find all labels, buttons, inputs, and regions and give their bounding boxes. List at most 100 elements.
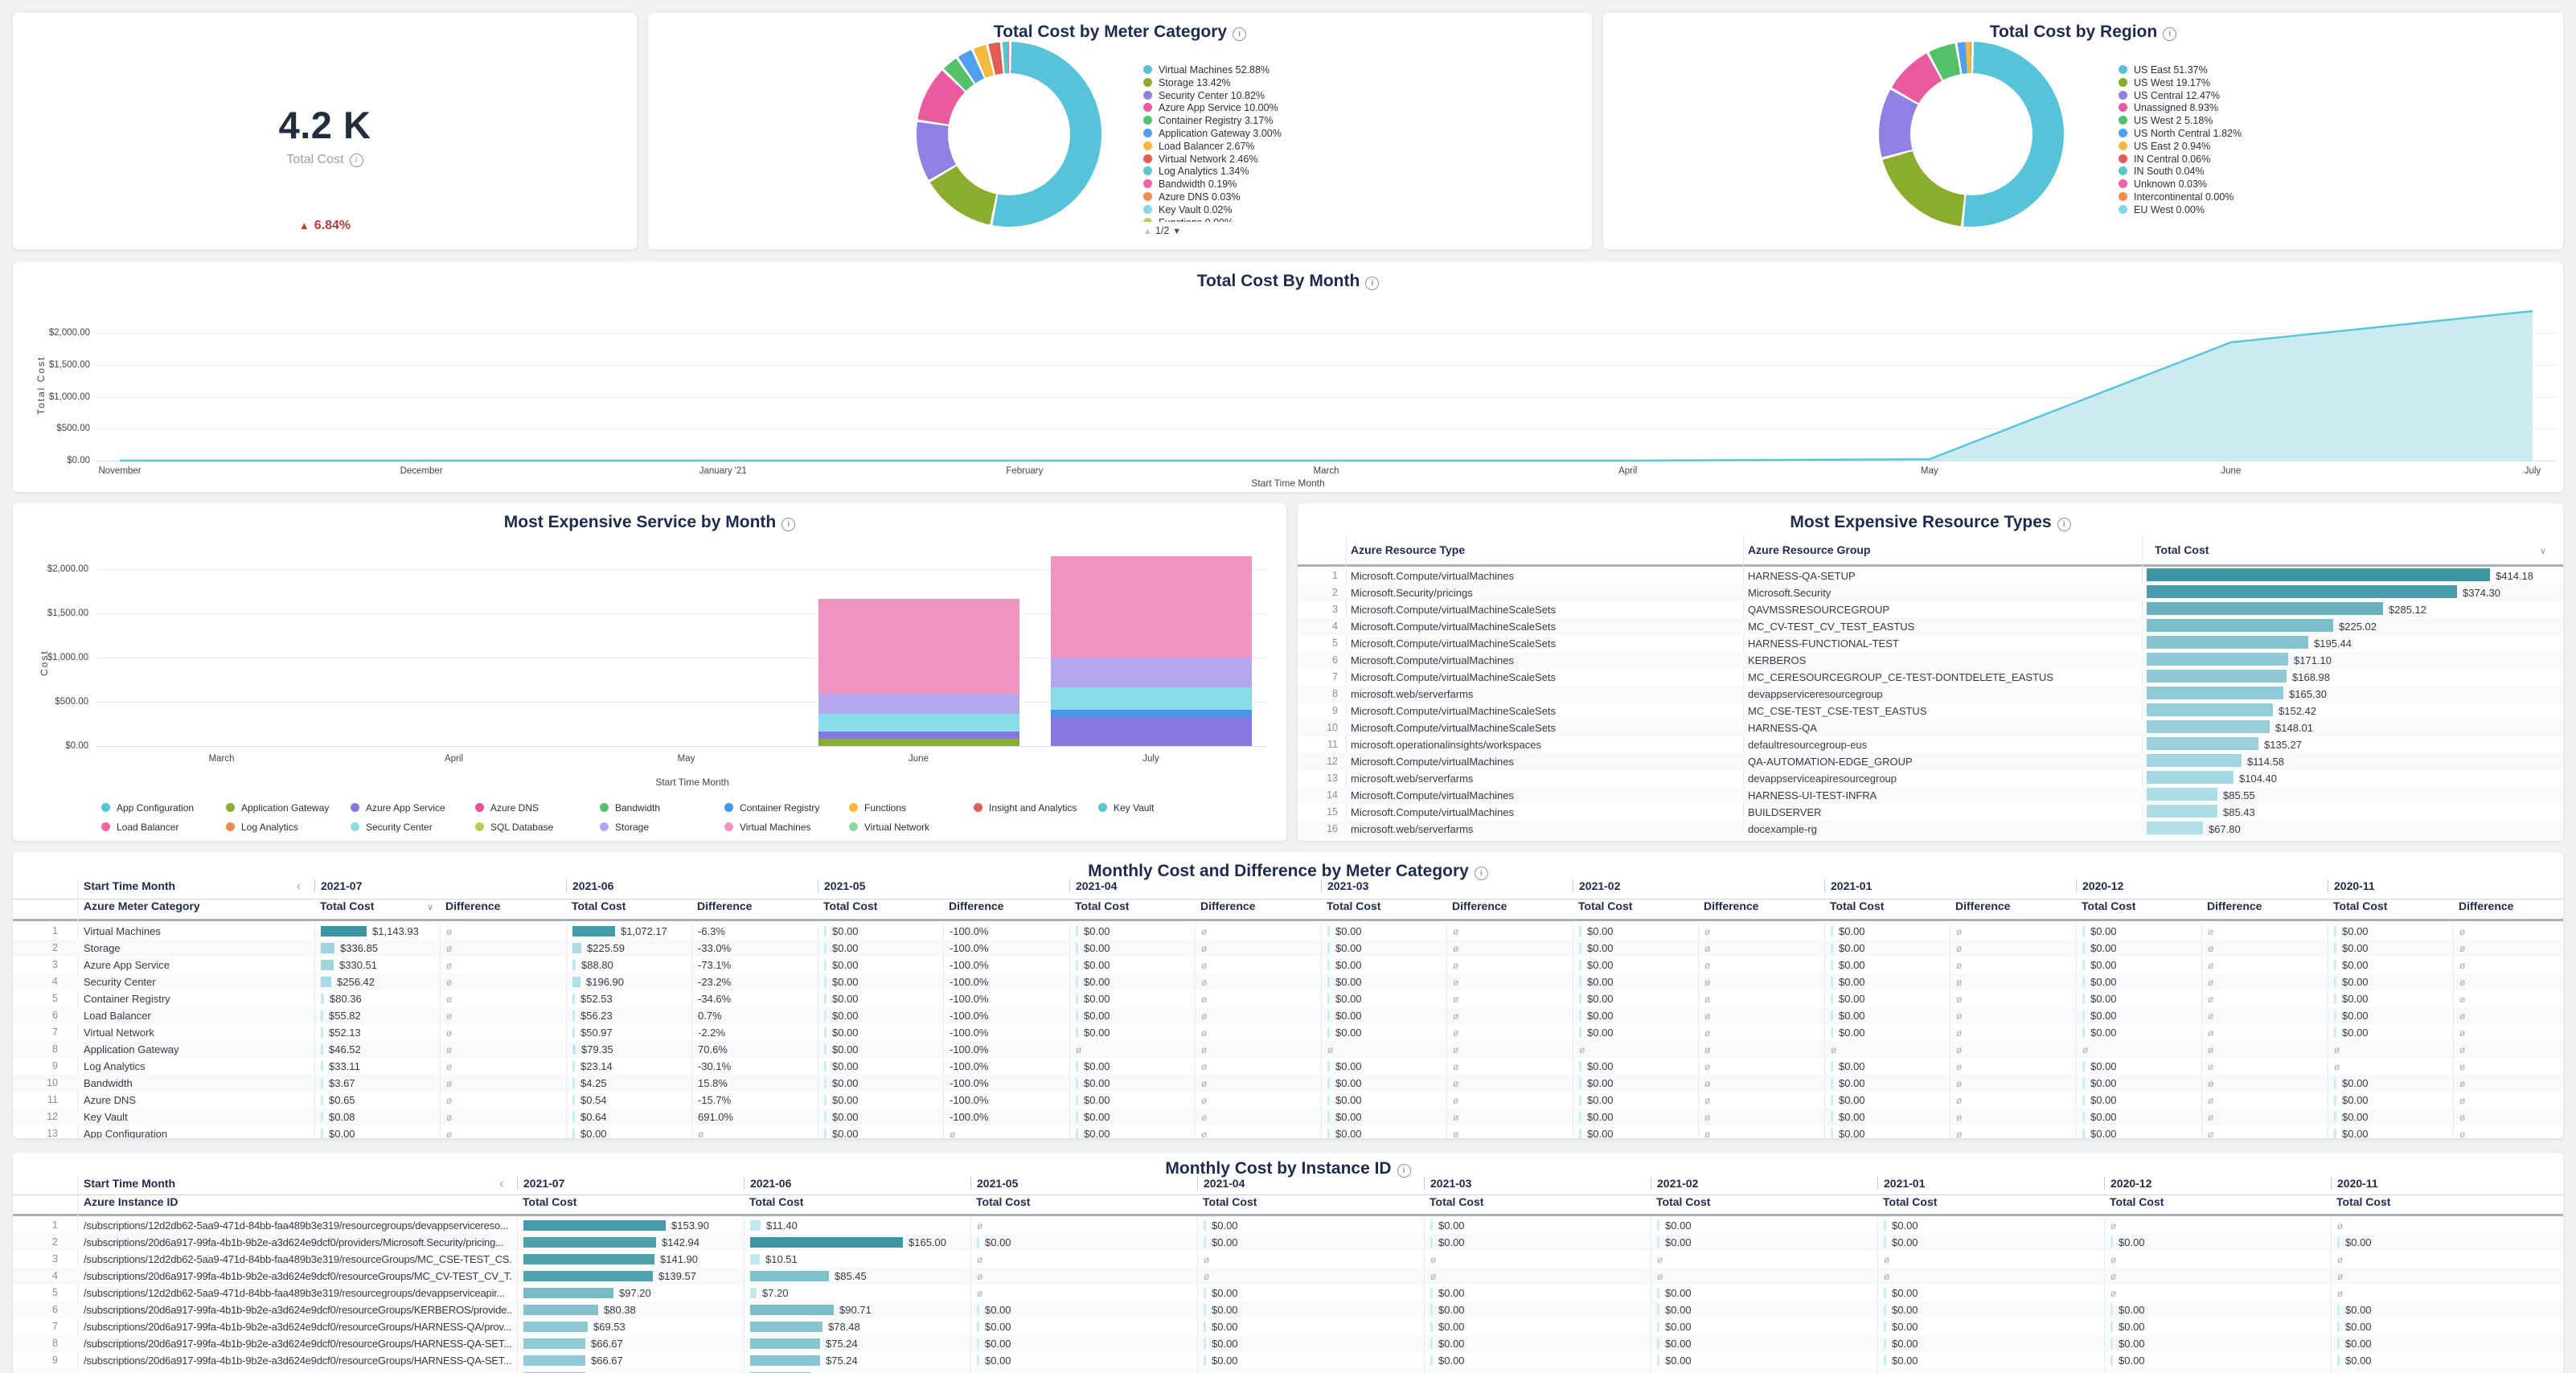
info-icon[interactable] [2163, 27, 2176, 41]
column-header[interactable]: Total Cost [2155, 543, 2209, 556]
legend-item[interactable]: IN South 0.04% [2119, 166, 2242, 178]
column-header[interactable]: Azure Resource Type [1351, 543, 1465, 556]
chart-legend-item[interactable]: Azure App Service [351, 802, 445, 814]
info-icon[interactable] [1233, 27, 1246, 41]
chart-legend-item[interactable]: SQL Database [475, 822, 553, 833]
legend-item[interactable]: Unassigned 8.93% [2119, 102, 2242, 115]
chart-legend-item[interactable]: Virtual Machines [724, 822, 811, 833]
legend-item[interactable]: US North Central 1.82% [2119, 128, 2242, 141]
meter-category-donut-chart[interactable] [917, 42, 1101, 227]
legend-item[interactable]: US West 2 5.18% [2119, 115, 2242, 128]
bar-segment-virtual-machines[interactable] [818, 599, 1019, 694]
chart-legend-item[interactable]: Log Analytics [226, 822, 298, 833]
legend-item[interactable]: Storage 13.42% [1143, 77, 1282, 90]
legend-item[interactable]: Application Gateway 3.00% [1143, 128, 1282, 141]
null-value: ø [1956, 960, 1962, 971]
info-icon[interactable] [2057, 518, 2071, 531]
scroll-left-icon[interactable] [499, 1177, 503, 1191]
legend-item[interactable]: Container Registry 3.17% [1143, 115, 1282, 128]
bar-segment-security-center[interactable] [1051, 687, 1252, 710]
bar-segment-virtual-machines[interactable] [1051, 556, 1252, 658]
stacked-bar[interactable] [1051, 556, 1252, 746]
legend-item[interactable]: Azure DNS 0.03% [1143, 191, 1282, 204]
chart-legend-item[interactable]: Key Vault [1098, 802, 1154, 814]
difference-cell: ø [2201, 1109, 2324, 1125]
cost-bar [824, 1078, 827, 1088]
legend-item[interactable]: IN Central 0.06% [2119, 154, 2242, 166]
bar-segment-azure-app-service[interactable] [818, 732, 1019, 740]
legend-item[interactable]: Log Analytics 1.34% [1143, 166, 1282, 178]
cost-value: $4.25 [580, 1077, 607, 1089]
pager-down-icon[interactable] [1169, 225, 1181, 236]
info-icon[interactable] [1365, 277, 1379, 290]
cost-value: $0.00 [329, 1128, 355, 1138]
total-cost-cell: $78.48 [744, 1318, 972, 1335]
info-icon[interactable] [1475, 867, 1488, 880]
info-icon[interactable] [781, 518, 795, 531]
legend-item[interactable]: US East 2 0.94% [2119, 141, 2242, 154]
legend-item[interactable]: US Central 12.47% [2119, 90, 2242, 103]
legend-item[interactable]: Functions 0.00% [1143, 217, 1282, 222]
bar-segment-application-gateway[interactable] [818, 739, 1019, 746]
chart-legend-item[interactable]: Storage [600, 822, 649, 833]
legend-item[interactable]: Virtual Network 2.46% [1143, 154, 1282, 166]
legend-item[interactable]: Unknown 0.03% [2119, 178, 2242, 191]
total-cost-cell: $0.00 [1824, 940, 1951, 957]
legend-dot-icon [1143, 192, 1152, 201]
chart-legend-item[interactable]: Virtual Network [849, 822, 929, 833]
difference-cell: ø [440, 923, 563, 940]
region-donut-chart[interactable] [1879, 42, 2064, 227]
null-value: ø [2208, 926, 2213, 937]
chart-legend-item[interactable]: Bandwidth [600, 802, 660, 814]
null-value: ø [1704, 1129, 1710, 1138]
chart-legend-item[interactable]: Application Gateway [226, 802, 329, 814]
info-icon[interactable] [1397, 1164, 1411, 1178]
legend-item[interactable]: Azure App Service 10.00% [1143, 102, 1282, 115]
legend-item[interactable]: Bandwidth 0.19% [1143, 178, 1282, 191]
difference-value: -100.0% [950, 1077, 988, 1089]
total-cost-cell: $0.00 [1069, 923, 1196, 940]
legend-label: Key Vault [1114, 802, 1154, 814]
legend-item[interactable]: Intercontinental 0.00% [2119, 191, 2242, 204]
cost-bar [2334, 1129, 2336, 1138]
chart-legend-item[interactable]: Load Balancer [101, 822, 178, 833]
row-number: 5 [1309, 635, 1338, 652]
cost-bar [1579, 1112, 1581, 1122]
legend-item[interactable]: Key Vault 0.02% [1143, 204, 1282, 217]
chart-legend-item[interactable]: App Configuration [101, 802, 194, 814]
scroll-left-icon[interactable] [297, 879, 301, 894]
chart-legend-item[interactable]: Security Center [351, 822, 433, 833]
difference-cell: ø [1698, 1007, 1821, 1024]
legend-item[interactable]: US West 19.17% [2119, 77, 2242, 90]
table-row: 10Bandwidth$3.67ø$4.2515.8%$0.00-100.0%$… [13, 1075, 2563, 1092]
cost-bar [1884, 1288, 1886, 1298]
chart-legend-item[interactable]: Azure DNS [475, 802, 539, 814]
total-cost-cell: $225.59 [566, 940, 693, 957]
chart-legend-item[interactable]: Container Registry [724, 802, 819, 814]
bar-segment-storage[interactable] [818, 694, 1019, 714]
pager-up-icon[interactable] [1143, 225, 1155, 236]
x-axis-tick: April [1618, 466, 1637, 476]
null-value: ø [1704, 1010, 1710, 1022]
stacked-bar[interactable] [818, 599, 1019, 746]
chart-legend-item[interactable]: Functions [849, 802, 906, 814]
bar-segment-security-center[interactable] [818, 714, 1019, 732]
bar-segment-azure-app-service[interactable] [1051, 717, 1252, 746]
cost-value: $0.00 [1892, 1219, 1918, 1232]
legend-item[interactable]: Load Balancer 2.67% [1143, 141, 1282, 154]
chart-legend-item[interactable]: Insight and Analytics [974, 802, 1077, 814]
bar-segment-container-registry[interactable] [1051, 710, 1252, 717]
info-icon[interactable] [350, 154, 363, 167]
legend-label: US East 2 0.94% [2134, 141, 2210, 152]
bar-segment-storage[interactable] [1051, 658, 1252, 687]
legend-item[interactable]: Security Center 10.82% [1143, 90, 1282, 103]
legend-item[interactable]: US East 51.37% [2119, 64, 2242, 77]
cost-value: $0.00 [2090, 1128, 2117, 1138]
legend-item[interactable]: Virtual Machines 52.88% [1143, 64, 1282, 77]
sort-chevron-icon[interactable] [2540, 543, 2546, 558]
sort-chevron-icon[interactable] [427, 900, 433, 914]
table-row: 6Load Balancer$55.82ø$56.230.7%$0.00-100… [13, 1007, 2563, 1024]
legend-item[interactable]: EU West 0.00% [2119, 204, 2242, 217]
column-header[interactable]: Azure Resource Group [1748, 543, 1870, 556]
panel-title: Total Cost by Meter Category [648, 23, 1592, 42]
